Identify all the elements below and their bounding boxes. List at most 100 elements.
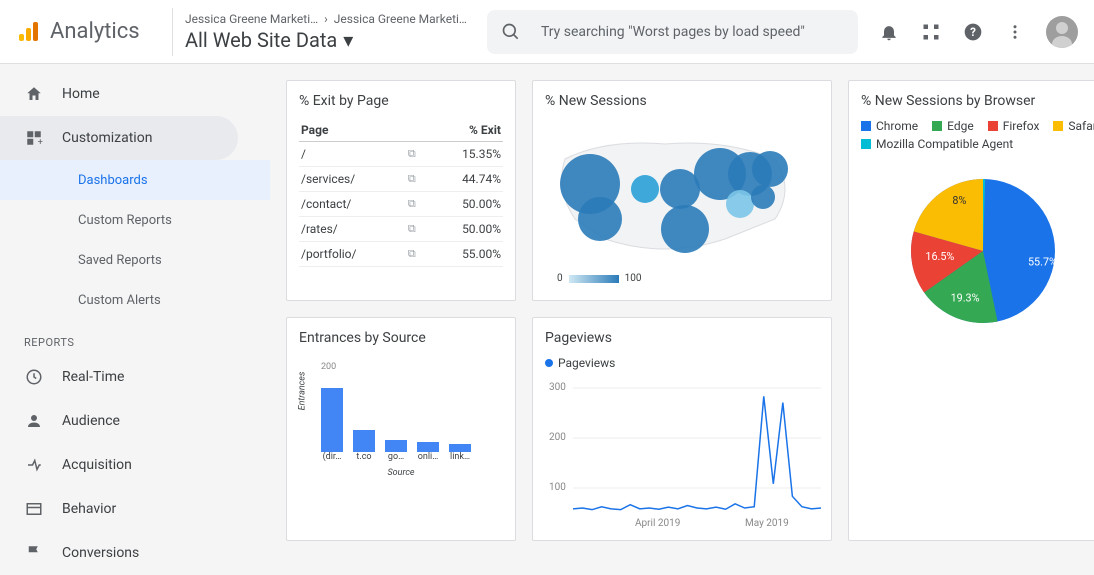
sidebar-item-label: Real-Time <box>62 369 124 385</box>
svg-text:?: ? <box>970 25 976 39</box>
card-sessions-by-browser: % New Sessions by Browser ChromeEdgeFire… <box>848 80 1094 541</box>
sidebar-item-label: Customization <box>62 130 152 146</box>
more-vert-icon[interactable] <box>1004 21 1026 43</box>
svg-text:19.3%: 19.3% <box>951 291 980 304</box>
sidebar-sub-custom-alerts[interactable]: Custom Alerts <box>0 280 270 320</box>
sidebar-item-label: Acquisition <box>62 457 132 473</box>
card-title: Entrances by Source <box>299 330 503 346</box>
legend-item: Firefox <box>988 119 1040 133</box>
sidebar: Home + Customization Dashboards Custom R… <box>0 64 270 575</box>
table-row[interactable]: /services/⧉44.74% <box>299 167 503 192</box>
sidebar-item-label: Audience <box>62 413 120 429</box>
open-external-icon[interactable]: ⧉ <box>406 217 426 242</box>
bar <box>353 430 375 452</box>
sidebar-sub-saved-reports[interactable]: Saved Reports <box>0 240 270 280</box>
top-bar: Analytics Jessica Greene Marketi… › Jess… <box>0 0 1094 64</box>
sidebar-item-acquisition[interactable]: Acquisition <box>0 443 270 487</box>
caret-down-icon: ▾ <box>343 28 353 52</box>
sidebar-item-label: Home <box>62 86 100 102</box>
sidebar-item-realtime[interactable]: Real-Time <box>0 355 270 399</box>
avatar[interactable] <box>1046 16 1078 48</box>
breadcrumb: Jessica Greene Marketi… › Jessica Greene… <box>185 12 467 26</box>
dashboard-content: % Exit by Page Page % Exit /⧉15.35%/serv… <box>270 64 1094 575</box>
clock-icon <box>24 367 44 387</box>
chevron-right-icon: › <box>324 12 328 26</box>
bar <box>385 440 407 452</box>
topbar-actions: ? <box>878 16 1078 48</box>
sidebar-item-audience[interactable]: Audience <box>0 399 270 443</box>
sidebar-sub-custom-reports[interactable]: Custom Reports <box>0 200 270 240</box>
behavior-icon <box>24 499 44 519</box>
geo-bubble-map <box>545 119 815 269</box>
geo-scale: 0 100 <box>545 269 819 288</box>
bar <box>321 388 343 452</box>
col-page: Page <box>299 119 406 142</box>
pageviews-legend: Pageviews <box>545 356 819 370</box>
view-selector[interactable]: All Web Site Data ▾ <box>185 28 467 52</box>
table-row[interactable]: /rates/⧉50.00% <box>299 217 503 242</box>
flag-icon <box>24 543 44 563</box>
search-bar[interactable]: Try searching "Worst pages by load speed… <box>487 10 858 54</box>
svg-text:200: 200 <box>549 432 566 443</box>
search-placeholder: Try searching "Worst pages by load speed… <box>541 24 805 40</box>
customization-icon: + <box>24 128 44 148</box>
line-chart: 300 200 100 April 2019 May 2019 <box>545 378 821 528</box>
sidebar-item-label: Conversions <box>62 545 139 561</box>
breadcrumb-account: Jessica Greene Marketi… <box>185 12 318 26</box>
svg-text:8%: 8% <box>952 194 966 207</box>
notifications-icon[interactable] <box>878 21 900 43</box>
home-icon <box>24 84 44 104</box>
sidebar-header-reports: REPORTS <box>0 320 270 355</box>
sidebar-item-customization[interactable]: + Customization <box>0 116 238 160</box>
breadcrumb-area[interactable]: Jessica Greene Marketi… › Jessica Greene… <box>172 8 467 56</box>
table-row[interactable]: /⧉15.35% <box>299 142 503 167</box>
card-new-sessions-geo: % New Sessions 0 100 <box>532 80 832 301</box>
svg-text:16.5%: 16.5% <box>925 250 954 263</box>
card-pageviews: Pageviews Pageviews 300 200 100 April 20… <box>532 317 832 541</box>
open-external-icon[interactable]: ⧉ <box>406 142 426 167</box>
pie-chart: 55.7% 19.3% 16.5% 8% <box>893 161 1073 341</box>
help-icon[interactable]: ? <box>962 21 984 43</box>
search-icon <box>501 22 521 42</box>
svg-text:100: 100 <box>549 482 566 493</box>
table-row[interactable]: /contact/⧉50.00% <box>299 192 503 217</box>
card-entrances-by-source: Entrances by Source Entrances 200 (dir…t… <box>286 317 516 541</box>
svg-text:55.7%: 55.7% <box>1028 255 1057 268</box>
bar <box>417 442 439 452</box>
person-icon <box>24 411 44 431</box>
view-name: All Web Site Data <box>185 28 337 52</box>
apps-icon[interactable] <box>920 21 942 43</box>
svg-text:May 2019: May 2019 <box>745 518 789 528</box>
card-title: % Exit by Page <box>299 93 503 109</box>
sidebar-item-conversions[interactable]: Conversions <box>0 531 270 575</box>
card-title: % New Sessions <box>545 93 819 109</box>
bar-chart <box>299 372 503 452</box>
sidebar-sub-dashboards[interactable]: Dashboards <box>0 160 270 200</box>
open-external-icon[interactable]: ⧉ <box>406 242 426 267</box>
svg-text:300: 300 <box>549 382 566 393</box>
logo-text: Analytics <box>50 19 140 44</box>
svg-text:April 2019: April 2019 <box>635 518 680 528</box>
x-axis-label: Source <box>299 468 503 478</box>
sidebar-item-label: Behavior <box>62 501 116 517</box>
card-exit-by-page: % Exit by Page Page % Exit /⧉15.35%/serv… <box>286 80 516 301</box>
acquisition-icon <box>24 455 44 475</box>
exit-table: Page % Exit /⧉15.35%/services/⧉44.74%/co… <box>299 119 503 267</box>
col-exit: % Exit <box>426 119 503 142</box>
card-title: % New Sessions by Browser <box>861 93 1094 109</box>
breadcrumb-property: Jessica Greene Marketi… <box>334 12 467 26</box>
open-external-icon[interactable]: ⧉ <box>406 192 426 217</box>
bar <box>449 444 471 452</box>
open-external-icon[interactable]: ⧉ <box>406 167 426 192</box>
svg-text:+: + <box>38 138 43 147</box>
sidebar-item-behavior[interactable]: Behavior <box>0 487 270 531</box>
legend-item: Mozilla Compatible Agent <box>861 137 1013 151</box>
browser-legend: ChromeEdgeFirefoxSafariMozilla Compatibl… <box>861 119 1094 151</box>
card-title: Pageviews <box>545 330 819 346</box>
logo-area[interactable]: Analytics <box>16 19 172 44</box>
legend-item: Safari <box>1053 119 1094 133</box>
table-row[interactable]: /portfolio/⧉55.00% <box>299 242 503 267</box>
sidebar-item-home[interactable]: Home <box>0 72 270 116</box>
legend-item: Edge <box>932 119 974 133</box>
analytics-logo-icon <box>16 20 40 44</box>
